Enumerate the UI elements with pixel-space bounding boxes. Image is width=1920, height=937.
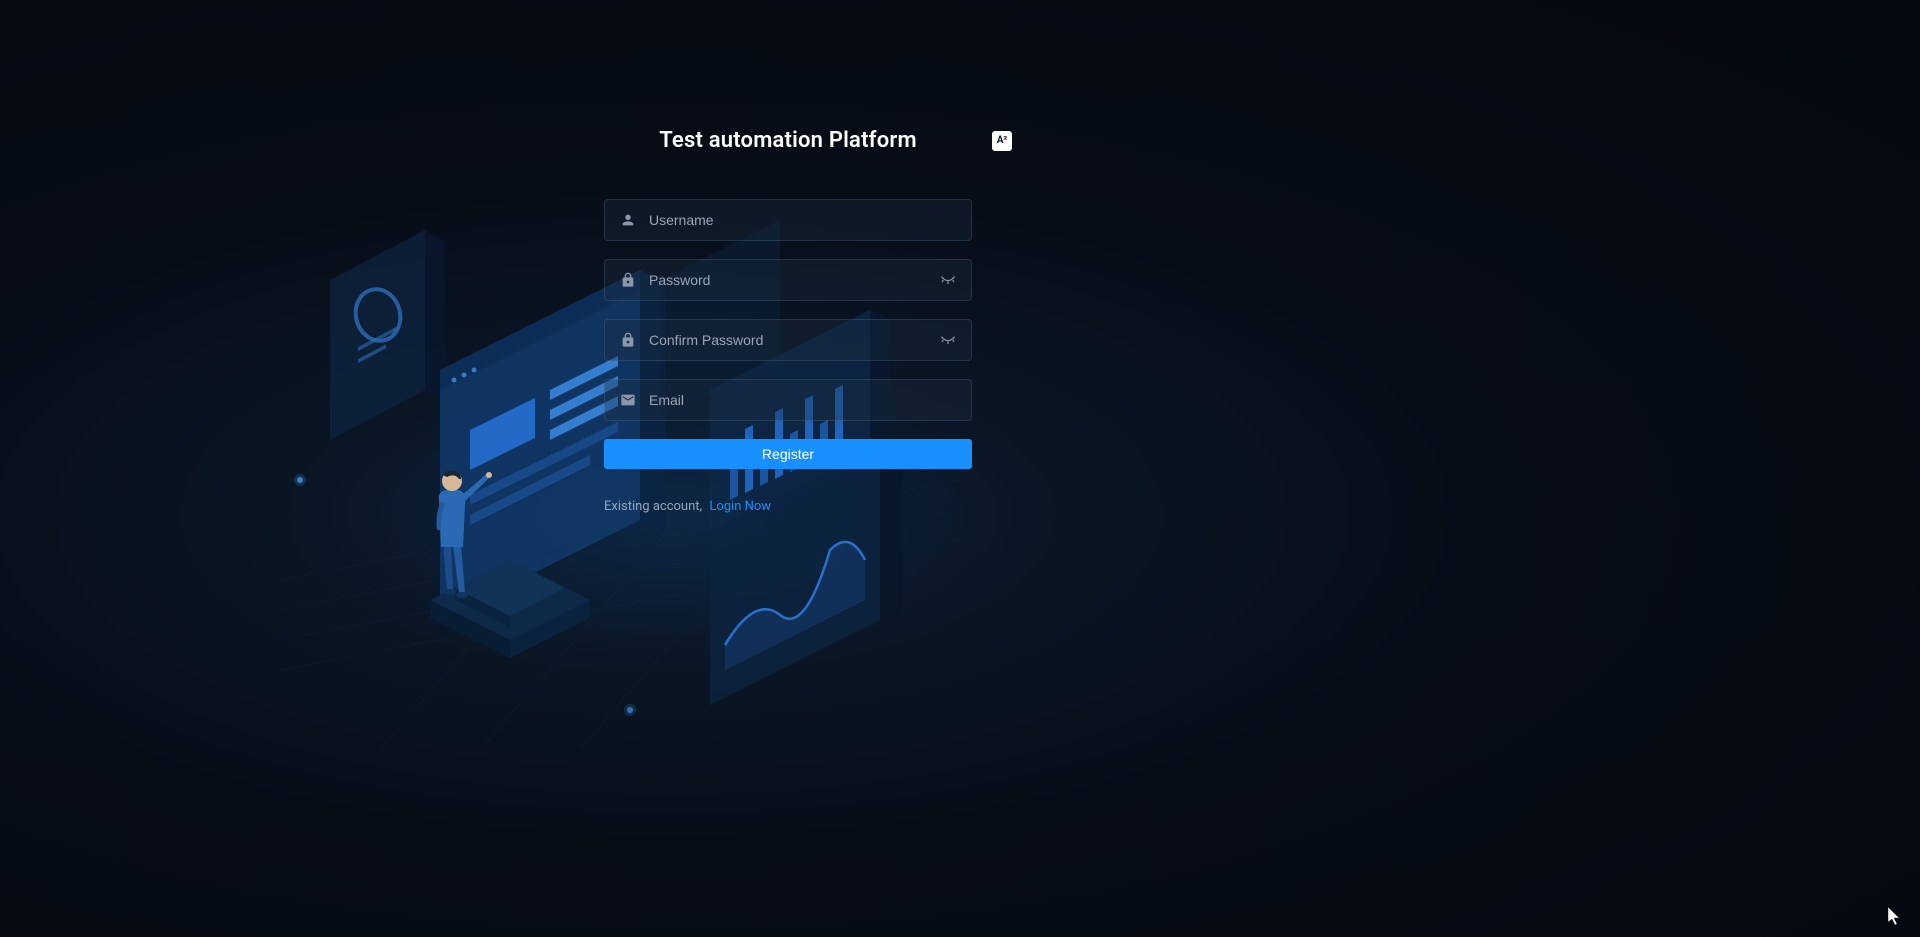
eye-closed-icon[interactable] (939, 331, 957, 349)
eye-closed-icon[interactable] (939, 271, 957, 289)
username-input[interactable] (649, 212, 957, 228)
email-input[interactable] (649, 392, 957, 408)
password-input[interactable] (649, 272, 939, 288)
page-title: Test automation Platform (659, 128, 917, 153)
mouse-cursor-icon (1888, 907, 1902, 927)
user-icon (619, 211, 637, 229)
lock-icon (619, 331, 637, 349)
title-row: Test automation Platform A² (604, 128, 972, 153)
register-form: Test automation Platform A² Re (604, 128, 972, 514)
confirm-password-input[interactable] (649, 332, 939, 348)
email-icon (619, 391, 637, 409)
username-group (604, 199, 972, 241)
password-group (604, 259, 972, 301)
login-link[interactable]: Login Now (709, 499, 771, 514)
existing-account-text: Existing account, (604, 499, 705, 514)
confirm-password-group (604, 319, 972, 361)
register-button[interactable]: Register (604, 439, 972, 469)
lock-icon (619, 271, 637, 289)
footer-text: Existing account, Login Now (604, 499, 972, 514)
email-group (604, 379, 972, 421)
language-toggle[interactable]: A² (992, 131, 1012, 151)
